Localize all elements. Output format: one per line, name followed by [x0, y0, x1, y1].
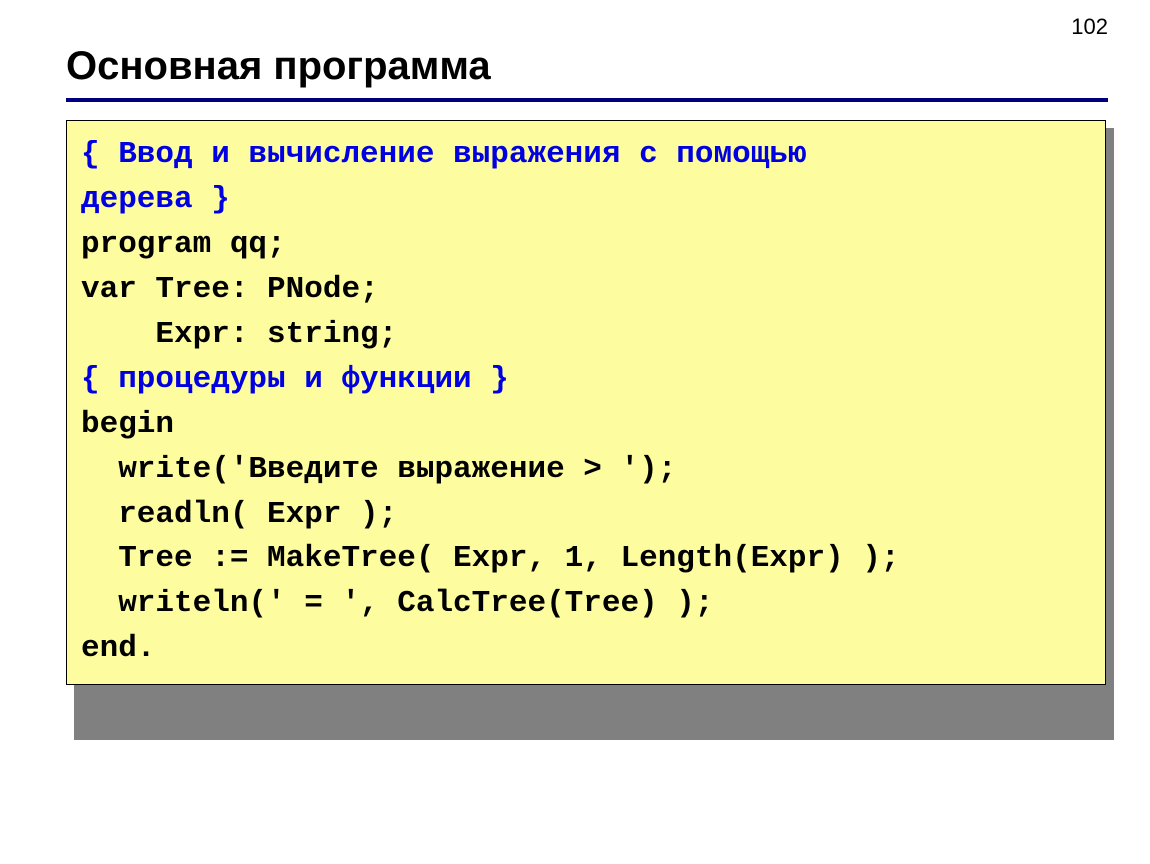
code-comment: { процедуры и функции } [81, 358, 1091, 403]
code-comment: дерева } [81, 178, 1091, 223]
code-line: readln( Expr ); [81, 493, 1091, 538]
page-number: 102 [1071, 14, 1108, 40]
code-line: write('Введите выражение > '); [81, 448, 1091, 493]
code-line: begin [81, 403, 1091, 448]
code-line: Tree := MakeTree( Expr, 1, Length(Expr) … [81, 537, 1091, 582]
code-line: end. [81, 627, 1091, 672]
code-line: var Tree: PNode; [81, 268, 1091, 313]
code-box: { Ввод и вычисление выражения с помощью … [66, 120, 1106, 685]
code-line: Expr: string; [81, 313, 1091, 358]
code-line: program qq; [81, 223, 1091, 268]
code-comment: { Ввод и вычисление выражения с помощью [81, 133, 1091, 178]
code-line: writeln(' = ', CalcTree(Tree) ); [81, 582, 1091, 627]
slide-heading: Основная программа [66, 44, 491, 89]
heading-rule [66, 98, 1108, 102]
